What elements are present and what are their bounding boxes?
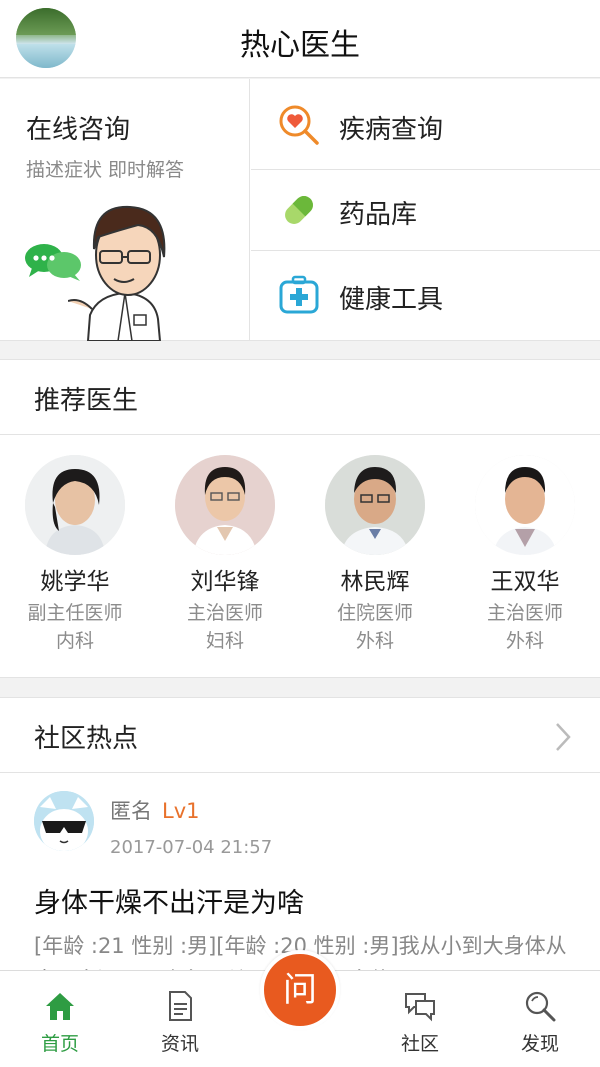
disease-search-icon bbox=[279, 105, 319, 145]
doctor-title: 住院医师 bbox=[336, 602, 413, 624]
tab-label: 发现 bbox=[520, 1033, 559, 1055]
doctor-department: 妇科 bbox=[205, 630, 244, 652]
anonymous-cat-avatar-icon bbox=[34, 791, 94, 851]
tab-news[interactable]: 资讯 bbox=[140, 989, 220, 1056]
ask-button[interactable]: 问 bbox=[260, 950, 340, 1030]
section-title: 推荐医生 bbox=[34, 386, 139, 416]
consult-subtitle: 描述症状 即时解答 bbox=[26, 159, 185, 181]
tab-home[interactable]: 首页 bbox=[20, 989, 100, 1056]
community-hot-header[interactable]: 社区热点 bbox=[0, 697, 600, 773]
tab-community[interactable]: 社区 bbox=[380, 989, 460, 1056]
doctor-title: 主治医师 bbox=[486, 602, 563, 624]
doctor-card[interactable]: 王双华 主治医师 外科 bbox=[450, 455, 600, 655]
author-name: 匿名 bbox=[110, 799, 152, 823]
doctor-cartoon-icon bbox=[68, 205, 166, 341]
doctor-card[interactable]: 林民辉 住院医师 外科 bbox=[300, 455, 450, 655]
doctor-card[interactable]: 姚学华 副主任医师 内科 bbox=[0, 455, 150, 655]
tab-label: 首页 bbox=[40, 1033, 79, 1055]
author-level-badge: Lv1 bbox=[162, 799, 200, 823]
doctor-photo bbox=[175, 455, 275, 555]
medical-kit-icon bbox=[279, 275, 319, 314]
doctor-title: 主治医师 bbox=[186, 602, 263, 624]
tab-label: 社区 bbox=[400, 1033, 439, 1055]
ask-label: 问 bbox=[283, 970, 317, 1010]
doctor-name: 王双华 bbox=[490, 569, 560, 595]
discover-icon bbox=[525, 991, 556, 1022]
post-author: 匿名 Lv1 bbox=[110, 795, 200, 825]
community-icon bbox=[405, 993, 435, 1022]
page-title: 热心医生 bbox=[240, 28, 360, 63]
doctor-name: 林民辉 bbox=[340, 569, 410, 595]
health-tools-label: 健康工具 bbox=[339, 285, 444, 315]
tab-discover[interactable]: 发现 bbox=[500, 989, 580, 1056]
doctor-list: 姚学华 副主任医师 内科 刘华锋 主治医师 妇科 林民辉 住院医师 外科 王双华… bbox=[0, 435, 600, 678]
pill-icon bbox=[285, 196, 313, 224]
drug-library-label: 药品库 bbox=[339, 200, 418, 230]
doctor-photo bbox=[25, 455, 125, 555]
health-tools-row[interactable]: 健康工具 bbox=[251, 251, 600, 341]
disease-search-label: 疾病查询 bbox=[339, 115, 444, 145]
post-timestamp: 2017-07-04 21:57 bbox=[110, 837, 273, 858]
doctor-title: 副主任医师 bbox=[27, 602, 123, 624]
recommended-doctors-header: 推荐医生 bbox=[0, 359, 600, 435]
tab-label: 资讯 bbox=[160, 1033, 199, 1055]
doctor-photo bbox=[325, 455, 425, 555]
quick-access-panel: 在线咨询 描述症状 即时解答 疾病查询 药品库 健康工具 bbox=[0, 79, 600, 341]
chevron-right-icon[interactable] bbox=[554, 722, 572, 752]
doctor-photo bbox=[475, 455, 575, 555]
app-header: 热心医生 bbox=[0, 0, 600, 78]
drug-library-row[interactable]: 药品库 bbox=[251, 170, 600, 251]
community-post[interactable]: 匿名 Lv1 2017-07-04 21:57 身体干燥不出汗是为啥 [年龄 :2… bbox=[0, 773, 600, 973]
doctor-department: 外科 bbox=[355, 630, 394, 652]
online-consult-card[interactable]: 在线咨询 描述症状 即时解答 bbox=[0, 79, 250, 341]
doctor-name: 刘华锋 bbox=[190, 569, 260, 595]
news-icon bbox=[169, 991, 192, 1021]
section-title: 社区热点 bbox=[34, 724, 139, 754]
doctor-name: 姚学华 bbox=[40, 569, 110, 595]
home-icon bbox=[46, 993, 74, 1020]
disease-search-row[interactable]: 疾病查询 bbox=[251, 79, 600, 170]
doctor-department: 外科 bbox=[505, 630, 544, 652]
consult-title: 在线咨询 bbox=[26, 115, 131, 145]
post-title: 身体干燥不出汗是为啥 bbox=[34, 888, 304, 919]
doctor-card[interactable]: 刘华锋 主治医师 妇科 bbox=[150, 455, 300, 655]
doctor-department: 内科 bbox=[55, 630, 94, 652]
